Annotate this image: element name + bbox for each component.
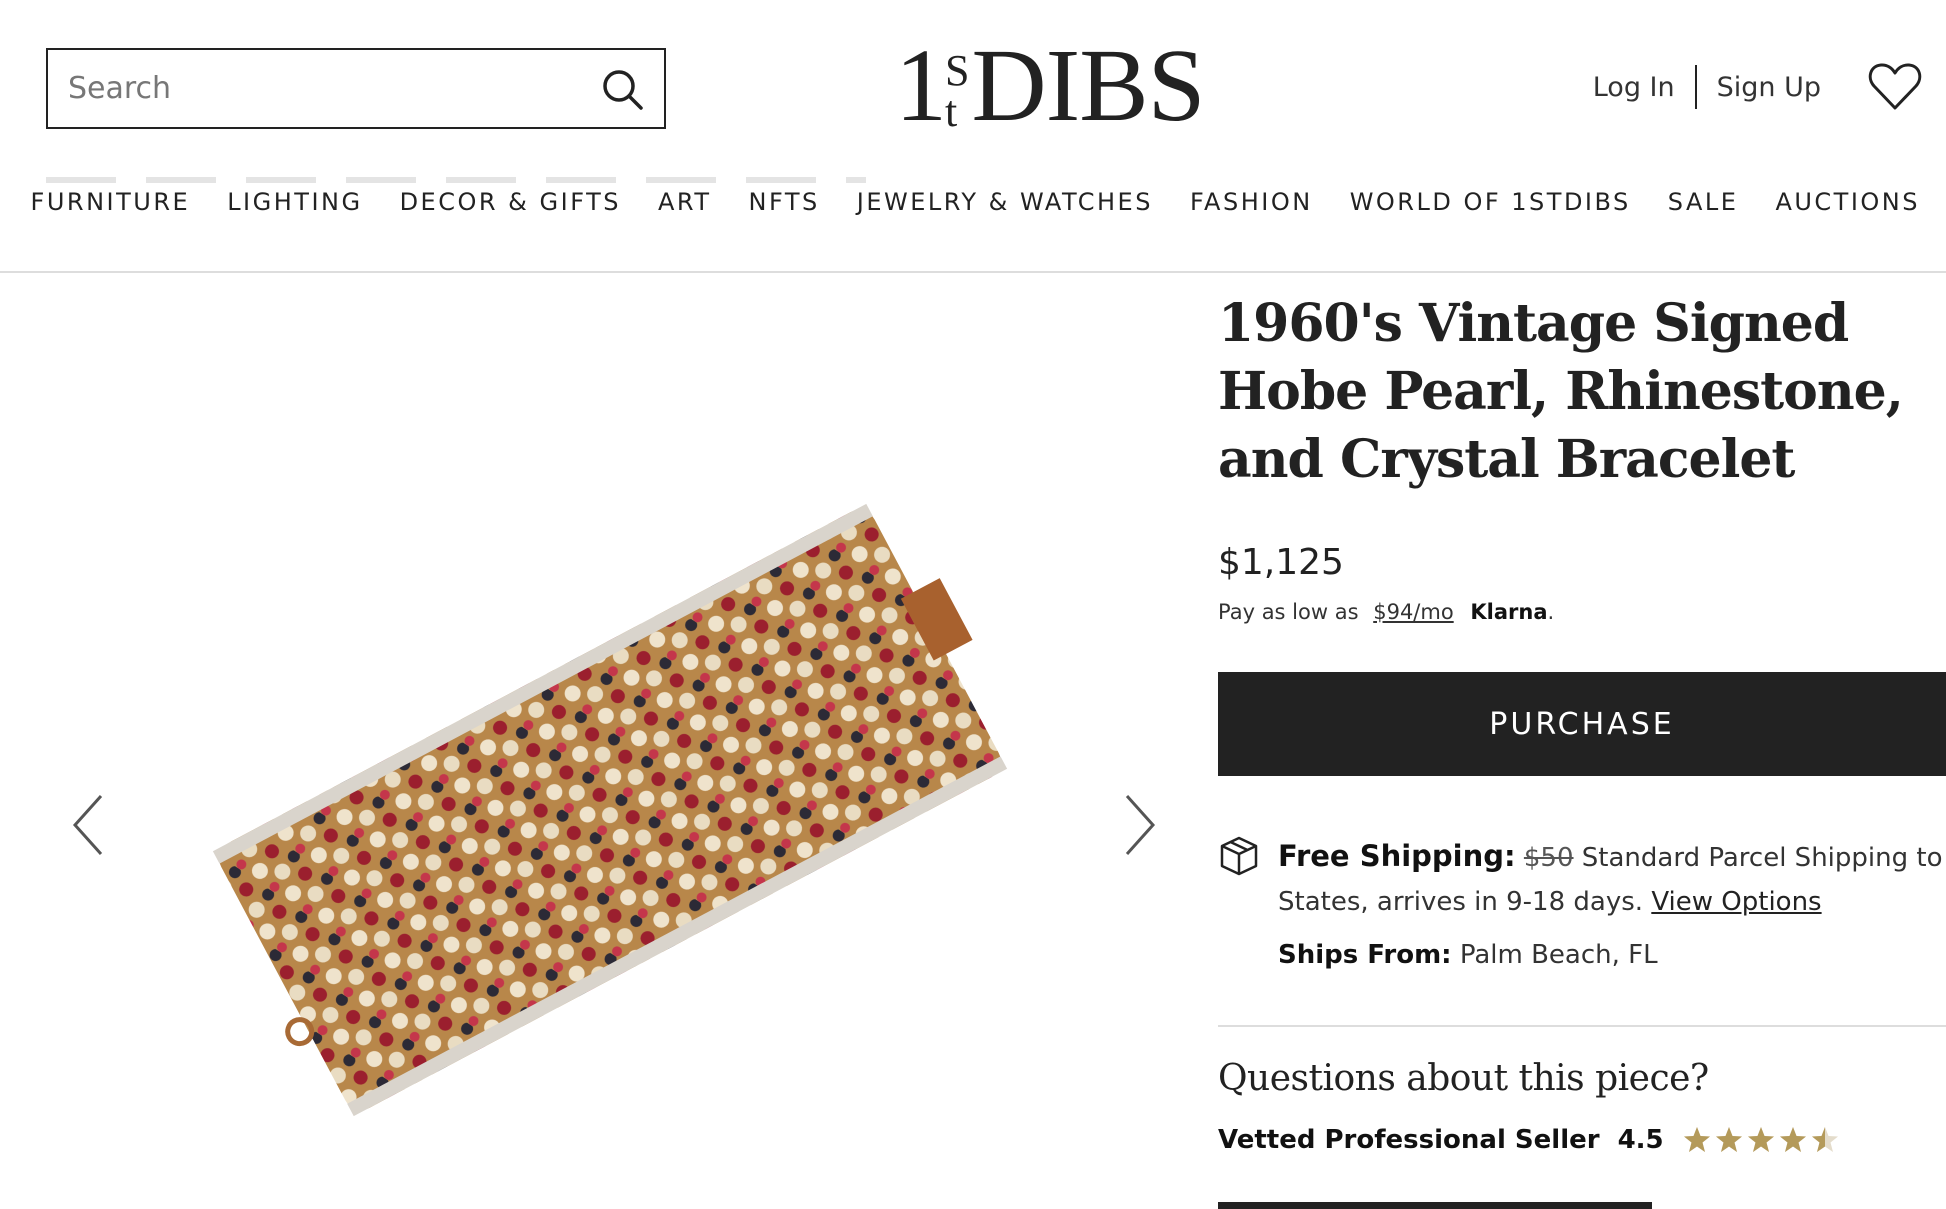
chevron-left-icon[interactable] — [63, 790, 113, 860]
ships-from: Ships From: Palm Beach, FL — [1278, 940, 1658, 970]
signup-link[interactable]: Sign Up — [1717, 72, 1821, 103]
original-shipping-price: $50 — [1523, 843, 1574, 873]
nav-item-art[interactable]: ART — [658, 188, 712, 228]
product-details: 1960's Vintage Signed Hobe Pearl, Rhines… — [1218, 290, 1946, 1209]
star-icon — [1683, 1127, 1710, 1152]
site-logo[interactable]: 1 S t DIBS — [895, 34, 1205, 138]
contact-seller-button[interactable] — [1218, 1202, 1652, 1209]
heart-icon[interactable] — [1866, 58, 1924, 116]
search-icon[interactable] — [600, 67, 644, 111]
star-icon — [1715, 1127, 1742, 1152]
logo-t: t — [945, 86, 958, 136]
main-nav: FURNITURE LIGHTING DECOR & GIFTS ART NFT… — [0, 188, 1946, 228]
search-box[interactable] — [46, 48, 666, 129]
product-title: 1960's Vintage Signed Hobe Pearl, Rhines… — [1218, 293, 1904, 490]
search-input[interactable] — [68, 71, 600, 106]
nav-item-furniture[interactable]: FURNITURE — [31, 188, 191, 228]
ships-from-value: Palm Beach, FL — [1459, 940, 1658, 970]
shipping-description: Free Shipping: $50 Standard Parcel Shipp… — [1278, 834, 1946, 924]
klarna-financing: Pay as low as $94/mo Klarna. — [1218, 600, 1554, 624]
nav-item-fashion[interactable]: FASHION — [1190, 188, 1313, 228]
rating-stars — [1682, 1125, 1842, 1155]
details-divider — [1218, 1025, 1946, 1027]
shipping-desc-1: Standard Parcel Shipping to Un — [1581, 843, 1946, 873]
klarna-monthly-link[interactable]: $94/mo — [1373, 600, 1453, 624]
seller-info: Vetted Professional Seller 4.5 — [1218, 1125, 1842, 1155]
vetted-seller-label: Vetted Professional Seller — [1218, 1125, 1600, 1155]
nav-item-sale[interactable]: SALE — [1668, 188, 1739, 228]
seller-rating: 4.5 — [1617, 1125, 1664, 1155]
ships-from-label: Ships From: — [1278, 940, 1452, 970]
product-price: $1,125 — [1218, 542, 1344, 583]
klarna-prefix: Pay as low as — [1218, 600, 1359, 624]
nav-item-nfts[interactable]: NFTS — [749, 188, 820, 228]
login-link[interactable]: Log In — [1593, 72, 1675, 103]
nav-item-decor-gifts[interactable]: DECOR & GIFTS — [400, 188, 621, 228]
breadcrumb — [46, 177, 866, 183]
nav-item-world-of-1stdibs[interactable]: WORLD OF 1STDIBS — [1350, 188, 1631, 228]
logo-superscript: S t — [945, 46, 970, 136]
questions-heading: Questions about this piece? — [1218, 1058, 1709, 1099]
klarna-suffix: . — [1547, 600, 1555, 624]
klarna-brand: Klarna — [1470, 600, 1548, 624]
purchase-button[interactable]: PURCHASE — [1218, 672, 1946, 776]
free-shipping-label: Free Shipping: — [1278, 839, 1516, 873]
auth-links: Log In Sign Up — [1593, 62, 1821, 112]
logo-dibs: DIBS — [971, 28, 1205, 143]
star-icon — [1779, 1127, 1806, 1152]
view-options-link[interactable]: View Options — [1651, 887, 1821, 917]
logo-one: 1 — [895, 28, 947, 143]
star-icon — [1747, 1127, 1774, 1152]
auth-divider — [1694, 65, 1697, 109]
chevron-right-icon[interactable] — [1115, 790, 1165, 860]
nav-item-jewelry-watches[interactable]: JEWELRY & WATCHES — [857, 188, 1153, 228]
nav-item-auctions[interactable]: AUCTIONS — [1775, 188, 1920, 228]
product-image[interactable] — [180, 480, 1040, 1140]
star-icon — [1811, 1127, 1838, 1152]
shipping-desc-2: States, arrives in 9-18 days. — [1278, 887, 1644, 917]
package-icon — [1218, 834, 1260, 876]
logo-s: S — [945, 46, 970, 96]
nav-item-lighting[interactable]: LIGHTING — [227, 188, 362, 228]
header-divider — [0, 271, 1946, 273]
